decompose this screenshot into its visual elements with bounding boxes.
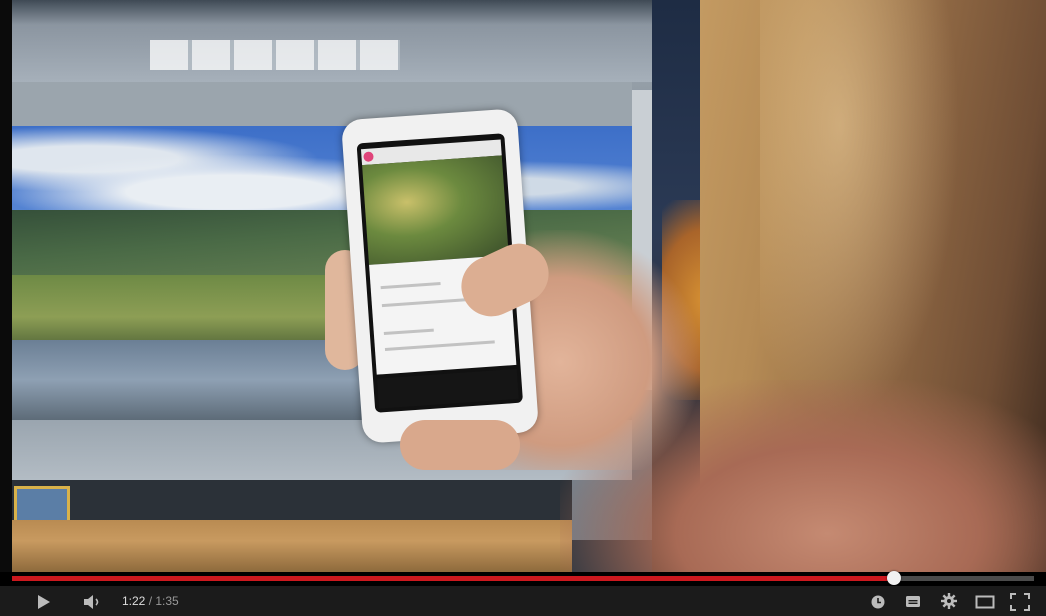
play-button[interactable] xyxy=(30,592,54,612)
monitor-gap xyxy=(12,82,632,126)
watch-later-button[interactable] xyxy=(870,594,886,610)
video-player: 1:22 / 1:35 xyxy=(0,0,1046,616)
gear-icon xyxy=(941,593,957,609)
phone-text-line xyxy=(383,328,434,336)
theater-mode-icon xyxy=(975,595,995,609)
phone-text-line xyxy=(380,281,441,290)
control-bar: 1:22 / 1:35 xyxy=(0,586,1046,616)
desk xyxy=(12,520,572,572)
progress-scrubber-handle[interactable] xyxy=(887,571,902,585)
phone-text-line xyxy=(384,340,495,352)
fullscreen-icon xyxy=(1010,593,1030,611)
phone-nav-bar xyxy=(377,368,519,409)
duration: 1:35 xyxy=(155,594,179,608)
video-frame[interactable] xyxy=(0,0,1046,572)
fullscreen-button[interactable] xyxy=(1010,593,1030,611)
monitor-thumbnails xyxy=(150,40,400,70)
volume-button[interactable] xyxy=(80,593,104,611)
progress-bar[interactable] xyxy=(12,571,1034,585)
volume-icon xyxy=(84,595,99,609)
clock-icon xyxy=(871,595,885,609)
captions-icon xyxy=(906,596,920,607)
progress-played xyxy=(12,576,895,581)
phone-photo xyxy=(362,155,509,265)
hair-highlight xyxy=(760,0,960,420)
settings-button[interactable] xyxy=(940,592,958,610)
video-edge xyxy=(0,0,12,572)
play-icon xyxy=(38,595,50,609)
captions-button[interactable] xyxy=(905,595,921,608)
time-display: 1:22 / 1:35 xyxy=(122,594,179,608)
current-time: 1:22 xyxy=(122,594,146,608)
person-fingers xyxy=(400,420,520,470)
theater-mode-button[interactable] xyxy=(975,595,995,609)
monitor-taskbar xyxy=(12,480,572,520)
time-separator: / xyxy=(145,594,156,608)
taskbar-thumbnail xyxy=(14,486,70,524)
